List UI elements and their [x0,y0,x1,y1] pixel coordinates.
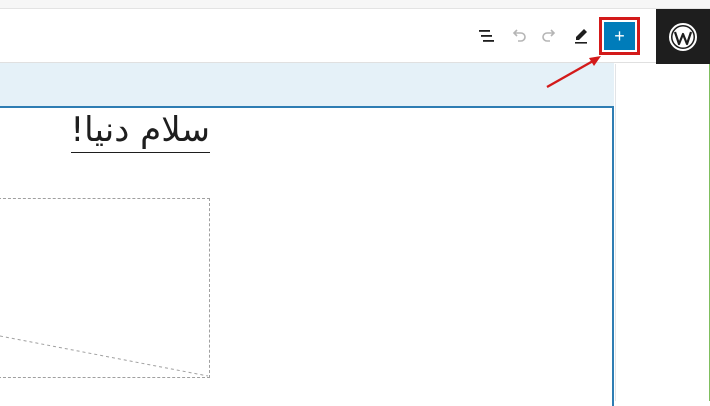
settings-sidebar [615,64,710,401]
plus-icon: + [614,26,625,46]
undo-icon[interactable] [508,26,528,46]
redo-icon[interactable] [540,26,560,46]
list-view-icon[interactable] [476,26,496,46]
image-placeholder[interactable] [0,198,210,378]
add-block-button[interactable]: + [604,22,635,50]
top-border [0,0,710,9]
wordpress-logo-button[interactable] [656,9,710,64]
pencil-icon[interactable] [571,26,591,46]
wordpress-logo-icon [669,22,697,51]
post-title[interactable]: سلام دنیا! [70,108,210,153]
selected-block-strip[interactable] [0,63,614,107]
